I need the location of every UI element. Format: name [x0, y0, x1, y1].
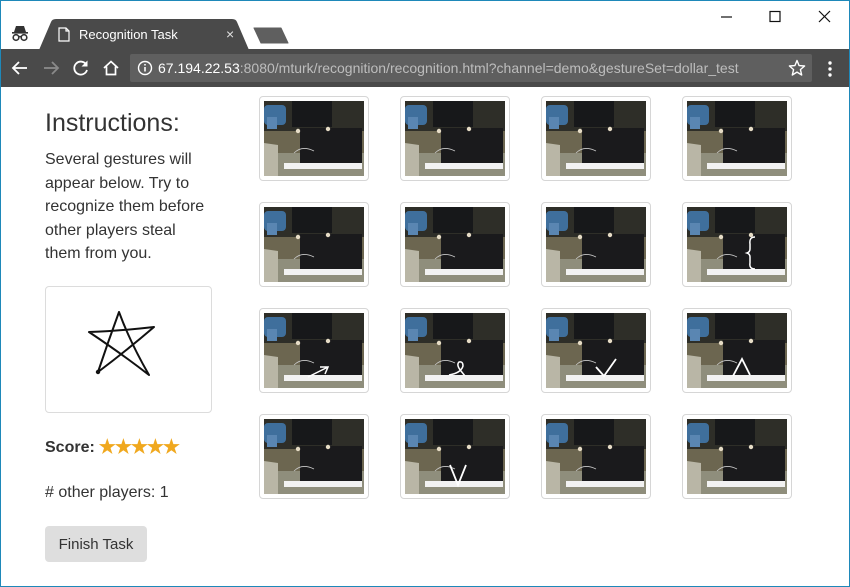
gesture-thumbnail[interactable]: [541, 308, 651, 393]
score-stars: ★★★★★: [98, 437, 180, 458]
gesture-drawing: [45, 286, 212, 413]
close-window-button[interactable]: [815, 7, 835, 27]
incognito-icon: [12, 26, 28, 42]
browser-window: Recognition Task × 67.194.22.53:8080/mtu…: [0, 0, 850, 587]
browser-toolbar: 67.194.22.53:8080/mturk/recognition/reco…: [1, 49, 849, 87]
gesture-video-frame: [405, 419, 505, 494]
tab-close-icon[interactable]: ×: [226, 26, 234, 42]
gesture-thumbnail[interactable]: [682, 308, 792, 393]
tab-recognition-task[interactable]: Recognition Task ×: [39, 19, 249, 50]
gesture-thumbnail[interactable]: [400, 202, 510, 287]
gesture-thumbnail[interactable]: [259, 414, 369, 499]
gesture-video-frame: [405, 313, 505, 388]
gesture-video-frame: [546, 207, 646, 282]
back-arrow-icon[interactable]: [10, 58, 30, 78]
star-gesture-icon: [88, 311, 155, 376]
url-text: 67.194.22.53:8080/mturk/recognition/reco…: [158, 60, 739, 76]
finish-task-button[interactable]: Finish Task: [45, 526, 147, 562]
gesture-video-frame: [546, 419, 646, 494]
gesture-thumbnail[interactable]: [682, 202, 792, 287]
gesture-video-frame: [264, 207, 364, 282]
bookmark-star-icon[interactable]: [788, 59, 806, 77]
score-display: Score: ★★★★★: [45, 436, 180, 459]
instructions-text: Several gestures will appear below. Try …: [45, 151, 205, 262]
home-icon[interactable]: [101, 58, 121, 78]
minimize-button[interactable]: [717, 7, 737, 27]
gesture-video-frame: [687, 313, 787, 388]
gesture-video-frame: [264, 313, 364, 388]
gesture-thumbnail[interactable]: [259, 308, 369, 393]
tab-strip: Recognition Task ×: [1, 1, 849, 50]
gesture-video-frame: [687, 101, 787, 176]
gesture-video-frame: [405, 207, 505, 282]
gesture-video-frame: [687, 419, 787, 494]
gesture-video-frame: [687, 207, 787, 282]
gesture-thumbnail[interactable]: [541, 202, 651, 287]
gesture-video-frame: [264, 419, 364, 494]
menu-dots-icon[interactable]: [826, 60, 834, 78]
url-host: 67.194.22.53: [158, 60, 240, 76]
gesture-thumbnail[interactable]: [541, 96, 651, 181]
gesture-thumbnail[interactable]: [259, 96, 369, 181]
gesture-video-frame: [546, 313, 646, 388]
gesture-video-frame: [405, 101, 505, 176]
gesture-video-frame: [264, 101, 364, 176]
other-players-count: # other players: 1: [45, 484, 169, 501]
instructions-title: Instructions:: [45, 109, 180, 137]
url-path: :8080/mturk/recognition/recognition.html…: [239, 60, 739, 76]
gesture-thumbnail[interactable]: [400, 96, 510, 181]
gesture-thumbnail[interactable]: [541, 414, 651, 499]
gesture-thumbnail[interactable]: [682, 96, 792, 181]
page-content: Instructions: Several gestures will appe…: [1, 87, 849, 586]
tab-title: Recognition Task: [79, 27, 178, 42]
gesture-thumbnail[interactable]: [259, 202, 369, 287]
reload-icon[interactable]: [71, 58, 91, 78]
new-tab-button[interactable]: [253, 27, 289, 44]
gesture-video-frame: [546, 101, 646, 176]
gesture-thumbnail[interactable]: [400, 308, 510, 393]
gesture-thumbnail[interactable]: [682, 414, 792, 499]
score-label: Score:: [45, 439, 95, 456]
page-icon: [58, 27, 70, 42]
maximize-button[interactable]: [765, 7, 785, 27]
gesture-thumbnail[interactable]: [400, 414, 510, 499]
info-icon[interactable]: [137, 60, 153, 76]
address-bar[interactable]: 67.194.22.53:8080/mturk/recognition/reco…: [130, 54, 812, 82]
forward-arrow-icon[interactable]: [41, 58, 61, 78]
